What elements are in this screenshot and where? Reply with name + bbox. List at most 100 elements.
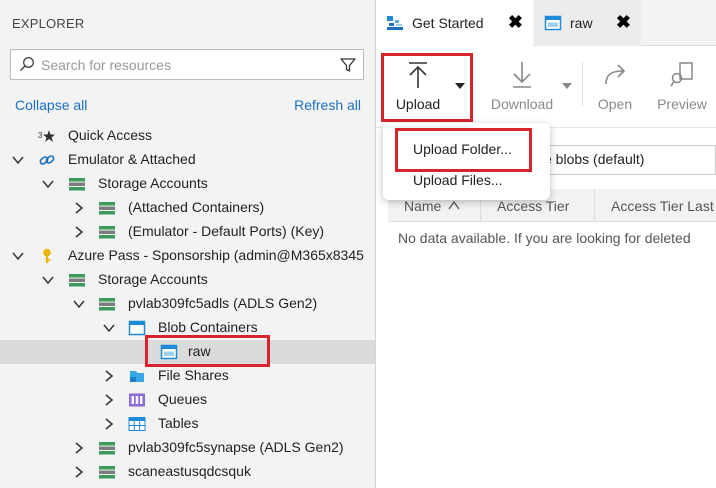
chevron-right-icon[interactable] <box>72 465 86 479</box>
download-button[interactable]: Download <box>482 56 562 120</box>
get-started-icon <box>387 16 403 30</box>
blob-view-select-value: ve blobs (default) <box>537 151 645 167</box>
tree-item-blob-containers[interactable]: Blob Containers <box>0 316 375 340</box>
tree-item-queues[interactable]: Queues <box>0 388 375 412</box>
tree-item-storage-accounts[interactable]: Storage Accounts <box>0 172 375 196</box>
tree-item-label: Storage Accounts <box>98 175 208 191</box>
chevron-right-icon[interactable] <box>72 441 86 455</box>
tree-item-azure-pass-subscription[interactable]: Azure Pass - Sponsorship (admin@M365x834… <box>0 244 375 268</box>
tab-bar: Get Started ✖ raw ✖ <box>376 0 716 46</box>
empty-grid-message: No data available. If you are looking fo… <box>398 230 691 246</box>
tab-raw[interactable]: raw ✖ <box>534 0 641 46</box>
tree-item-tables[interactable]: Tables <box>0 412 375 436</box>
caret-down-icon[interactable] <box>562 82 572 90</box>
chevron-down-icon[interactable] <box>102 321 116 335</box>
chevron-right-icon[interactable] <box>102 369 116 383</box>
explorer-panel: EXPLORER Collapse all Refresh all 3 Quic… <box>0 0 375 488</box>
tree-item-file-shares[interactable]: File Shares <box>0 364 375 388</box>
column-header-label: Name <box>404 198 442 214</box>
tree-item-label: pvlab309fc5adls (ADLS Gen2) <box>128 295 318 311</box>
chevron-down-icon[interactable] <box>41 273 55 287</box>
sort-ascending-icon <box>448 200 460 210</box>
tree-item-label: Emulator & Attached <box>68 151 196 167</box>
caret-down-icon[interactable] <box>455 82 465 90</box>
chevron-down-icon[interactable] <box>11 153 25 167</box>
chevron-down-icon[interactable] <box>11 249 25 263</box>
tree-item-label: (Emulator - Default Ports) (Key) <box>128 223 325 239</box>
open-button[interactable]: Open <box>594 56 636 120</box>
tree-item-label: Storage Accounts <box>98 271 208 287</box>
explorer-title: EXPLORER <box>12 16 85 31</box>
column-header-access-tier-last[interactable]: Access Tier Last <box>595 189 716 222</box>
menu-item-label: Upload Folder... <box>413 141 512 157</box>
link-icon <box>39 155 55 165</box>
tree-item-label: Quick Access <box>68 127 153 143</box>
refresh-all-link[interactable]: Refresh all <box>294 97 361 113</box>
key-icon <box>43 248 51 263</box>
storage-accounts-icon <box>69 274 85 287</box>
tree-item-scane-account[interactable]: scaneastusqdcsquk <box>0 460 375 484</box>
search-icon <box>19 57 34 72</box>
search-input[interactable] <box>41 54 331 75</box>
column-header-label: Access Tier Last <box>611 198 714 214</box>
storage-account-icon <box>99 298 115 311</box>
preview-icon <box>670 62 693 87</box>
tab-get-started[interactable]: Get Started ✖ <box>376 0 533 46</box>
tree-item-adls-account[interactable]: pvlab309fc5adls (ADLS Gen2) <box>0 292 375 316</box>
tab-label: raw <box>570 15 593 31</box>
chevron-down-icon[interactable] <box>41 177 55 191</box>
tree-item-label: Azure Pass - Sponsorship (admin@M365x834… <box>68 247 364 263</box>
tree-item-storage-accounts[interactable]: Storage Accounts <box>0 268 375 292</box>
tree-item-quick-access[interactable]: 3 Quick Access <box>0 124 375 148</box>
chevron-right-icon[interactable] <box>102 417 116 431</box>
tree-item-label: raw <box>188 343 211 359</box>
storage-account-icon <box>99 466 115 479</box>
storage-account-icon <box>99 442 115 455</box>
chevron-down-icon[interactable] <box>72 297 86 311</box>
collapse-all-link[interactable]: Collapse all <box>15 97 87 113</box>
upload-icon <box>409 62 427 88</box>
download-label: Download <box>490 96 554 112</box>
tree-item-label: Tables <box>158 415 199 431</box>
open-label: Open <box>597 96 633 112</box>
toolbar: Upload Download Open Preview <box>376 46 716 128</box>
queues-icon <box>129 393 145 407</box>
resource-tree: 3 Quick Access Emulator & Attached Stora… <box>0 124 375 484</box>
preview-button[interactable]: Preview <box>652 56 712 120</box>
tree-item-emulator-attached[interactable]: Emulator & Attached <box>0 148 375 172</box>
tree-item-raw-container[interactable]: raw <box>0 340 375 364</box>
filter-icon[interactable] <box>339 56 357 74</box>
close-icon[interactable]: ✖ <box>616 12 631 32</box>
tree-item-attached-containers[interactable]: (Attached Containers) <box>0 196 375 220</box>
upload-dropdown-menu: Upload Folder... Upload Files... <box>383 123 550 200</box>
close-icon[interactable]: ✖ <box>508 12 523 32</box>
tree-item-label: (Attached Containers) <box>128 199 265 215</box>
tree-item-label: Blob Containers <box>158 319 258 335</box>
menu-item-label: Upload Files... <box>413 172 503 188</box>
menu-item-upload-folder[interactable]: Upload Folder... <box>383 135 550 163</box>
storage-accounts-icon <box>69 178 85 191</box>
upload-button[interactable]: Upload <box>386 56 450 120</box>
tree-item-label: pvlab309fc5synapse (ADLS Gen2) <box>128 439 344 455</box>
tree-item-label: File Shares <box>158 367 229 383</box>
storage-account-icon <box>99 226 115 239</box>
menu-item-upload-files[interactable]: Upload Files... <box>383 166 550 194</box>
chevron-right-icon[interactable] <box>72 201 86 215</box>
preview-label: Preview <box>657 96 707 112</box>
open-arrow-icon <box>605 64 626 85</box>
file-shares-icon <box>130 371 144 382</box>
storage-account-icon <box>99 202 115 215</box>
tables-icon <box>128 417 146 431</box>
chevron-right-icon[interactable] <box>72 225 86 239</box>
blob-containers-icon <box>128 320 146 336</box>
tree-item-label: scaneastusqdcsquk <box>128 463 251 479</box>
tree-item-label: Queues <box>158 391 208 407</box>
tab-label: Get Started <box>412 15 484 31</box>
download-icon <box>513 62 531 88</box>
search-box[interactable] <box>10 49 364 80</box>
svg-text:3: 3 <box>38 131 43 140</box>
toolbar-separator <box>582 62 583 106</box>
chevron-right-icon[interactable] <box>102 393 116 407</box>
tree-item-synapse-account[interactable]: pvlab309fc5synapse (ADLS Gen2) <box>0 436 375 460</box>
tree-item-emulator-default[interactable]: (Emulator - Default Ports) (Key) <box>0 220 375 244</box>
